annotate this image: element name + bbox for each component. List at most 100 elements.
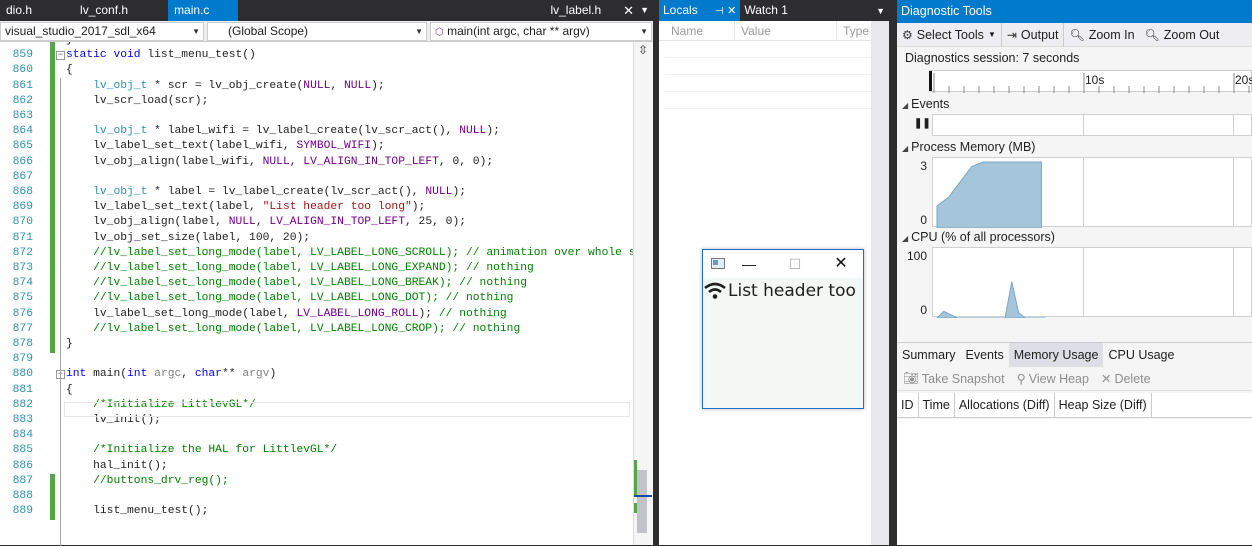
chevron-down-icon: ▼ [640,27,648,36]
tab-summary[interactable]: Summary [897,343,960,367]
tab-main-c[interactable]: main.c [168,0,239,21]
code-text: /*Initialize the HAL for LittlevGL*/ [93,444,338,457]
code-text: list_menu_test(); [66,505,209,518]
column-type[interactable]: Type [837,21,871,41]
app-window[interactable]: — ☐ ✕ List header too long [702,249,864,409]
code-line[interactable]: 876 lv_label_set_long_mode(label, LV_LAB… [0,306,633,323]
tab-locals[interactable]: Locals ⊣ ✕ [659,0,741,22]
tab-cpu-usage[interactable]: CPU Usage [1103,343,1179,367]
take-snapshot-button[interactable]: 📷︎ Take Snapshot [897,371,1011,386]
close-button[interactable]: ✕ [818,250,864,278]
code-text: lv_obj_t * label = lv_label_create(lv_sc… [93,186,466,198]
panel-splitter[interactable] [889,0,897,545]
column-allocations[interactable]: Allocations (Diff) [955,393,1055,417]
code-line[interactable]: 862 lv_scr_load(scr); [0,93,633,110]
line-number: 878 [12,338,33,350]
project-dropdown[interactable]: visual_studio_2017_sdl_x64 ▼ [0,22,204,41]
column-value[interactable]: Value [735,21,837,41]
column-id[interactable]: ID [897,393,919,417]
memory-section-header[interactable]: ◢ Process Memory (MB) [902,140,1035,154]
code-line[interactable]: 864 lv_obj_t * label_wifi = lv_label_cre… [0,124,633,141]
column-heap-size[interactable]: Heap Size (Diff) [1055,393,1152,417]
cpu-axis-max: 100 [906,249,927,263]
project-value: visual_studio_2017_sdl_x64 [5,24,156,38]
code-line[interactable]: 866 lv_obj_align(label_wifi, NULL, LV_AL… [0,154,633,171]
collapse-icon[interactable]: − [56,51,65,61]
code-line[interactable]: 881 { [0,383,633,398]
code-text: //lv_label_set_long_mode(label, LV_LABEL… [93,292,514,305]
code-line[interactable]: 880−int main(int argc, char** argv) [0,367,633,382]
locals-scrollbar[interactable] [871,21,889,545]
scope-dropdown[interactable]: (Global Scope) ▼ [207,22,427,41]
zoom-in-button[interactable]: 🔍︎ Zoom In [1064,23,1139,47]
code-line[interactable]: 874 //lv_label_set_long_mode(label, LV_L… [0,276,633,293]
code-line[interactable]: 871 lv_obj_set_size(label, 100, 20); [0,230,633,247]
view-heap-button[interactable]: ⚲ View Heap [1011,371,1095,387]
select-tools-button[interactable]: ⚙ Select Tools ▼ [897,22,1002,47]
cpu-graph [932,247,1252,318]
locals-tab-bar: Locals ⊣ ✕ Watch 1 ▼ [659,0,889,22]
code-line[interactable]: 875 //lv_label_set_long_mode(label, LV_L… [0,291,633,308]
dropdown-icon[interactable]: ▼ [640,0,649,21]
change-marker [50,276,55,293]
tab-watch-1[interactable]: Watch 1 [740,0,792,21]
ruler-label-20s: 20s [1235,73,1252,87]
tab-events[interactable]: Events [960,343,1008,367]
code-line[interactable]: 865 lv_label_set_text(label_wifi, SYMBOL… [0,139,633,156]
code-editor[interactable]: 858} 859 −static void list_menu_test() 860 {… [0,42,633,545]
code-line[interactable]: 879 [0,352,633,367]
change-marker [50,78,55,95]
code-line[interactable]: 885 /*Initialize the HAL for LittlevGL*/ [0,443,633,458]
code-line[interactable]: 872 //lv_label_set_long_mode(label, LV_L… [0,245,633,262]
line-number: 862 [12,94,33,107]
events-section-header[interactable]: ◢ Events [902,97,949,111]
output-button[interactable]: ⇥ Output [1002,22,1065,47]
maximize-button[interactable]: ☐ [772,250,818,278]
minimize-button[interactable]: — [726,250,772,278]
timeline-ruler[interactable]: 10s 20s [929,70,1252,93]
code-line[interactable]: 884 [0,428,633,443]
column-name[interactable]: Name [665,21,735,41]
code-line[interactable]: 867 [0,169,633,186]
chevron-down-icon: ▼ [987,30,996,39]
column-time[interactable]: Time [919,393,955,417]
code-line[interactable]: 859 − static void list_menu_test() [0,48,633,65]
code-line[interactable]: 870 lv_obj_align(label, NULL, LV_ALIGN_I… [0,215,633,232]
split-icon[interactable]: ⇳ [634,43,652,57]
code-line[interactable]: 888 [0,489,633,505]
code-line[interactable]: 873 //lv_label_set_long_mode(label, LV_L… [0,261,633,277]
diagnostic-tabs: Summary Events Memory Usage CPU Usage [897,342,1252,367]
app-title-bar[interactable]: — ☐ ✕ [703,250,863,278]
pin-icon[interactable]: ⊣ [715,6,724,17]
function-dropdown[interactable]: ⬡ main(int argc, char ** argv) ▼ [430,22,652,41]
pin-icon[interactable]: ✕ [623,0,634,21]
cpu-section-header[interactable]: ◢ CPU (% of all processors) [902,230,1055,244]
tab-dio-h[interactable]: dio.h [0,0,38,21]
code-text: //buttons_drv_reg(); [93,474,229,487]
code-line[interactable]: 869 lv_label_set_text(label, "List heade… [0,200,633,217]
scrollbar-thumb[interactable] [637,470,647,533]
line-number: 880 [12,368,33,381]
tab-lv-conf-h[interactable]: lv_conf.h [74,0,134,21]
line-number: 879 [12,353,33,366]
code-line[interactable]: 877 //lv_label_set_long_mode(label, LV_L… [0,321,633,338]
code-line[interactable]: 863 [0,109,633,125]
code-line[interactable]: 878} [0,337,633,353]
diagnostic-toolbar: ⚙ Select Tools ▼ ⇥ Output 🔍︎ Zoom In 🔍︎ Zoom … [897,22,1252,47]
list-row-divider [665,91,871,92]
code-line[interactable]: 861 lv_obj_t * scr = lv_obj_create(NULL,… [0,78,633,95]
tab-spacer [238,0,544,21]
zoom-out-button[interactable]: 🔍︎ Zoom Out [1140,23,1225,47]
code-text: lv_obj_align(label, NULL, LV_ALIGN_IN_TO… [66,216,466,229]
tab-memory-usage[interactable]: Memory Usage [1008,342,1104,367]
dropdown-icon[interactable]: ▼ [876,6,885,16]
close-icon[interactable]: ✕ [727,5,736,17]
delete-button[interactable]: ✕ Delete [1095,371,1157,387]
code-line[interactable]: 886 hal_init(); [0,459,633,474]
code-line[interactable]: 887 //buttons_drv_reg(); [0,473,633,490]
code-line[interactable]: 868 lv_obj_t * label = lv_label_create(l… [0,185,633,201]
tab-lv-label-h[interactable]: lv_label.h ✕ ▼ [544,0,655,21]
code-line[interactable]: 889 list_menu_test(); [0,504,633,521]
code-line[interactable]: 860 { [0,63,633,80]
pause-icon[interactable]: ❚❚ [914,118,931,129]
